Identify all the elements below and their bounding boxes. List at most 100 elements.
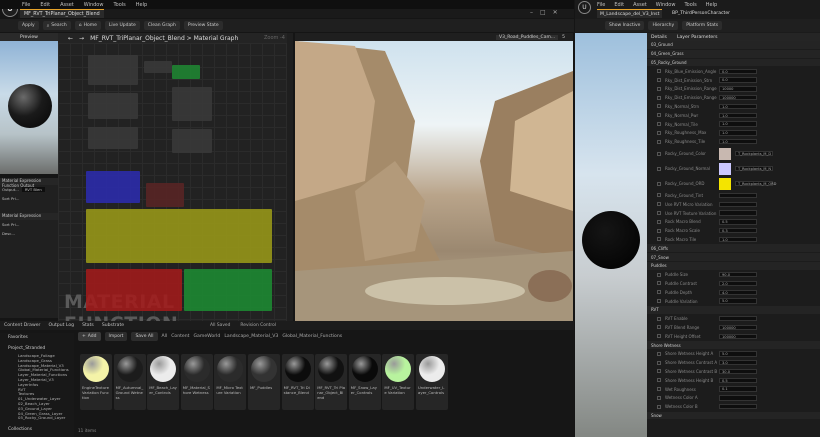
param-checkbox[interactable] bbox=[657, 193, 661, 198]
maximize-icon[interactable]: □ bbox=[540, 9, 546, 16]
param-value-field[interactable] bbox=[719, 395, 757, 401]
param-value-field[interactable]: 1.0 bbox=[719, 112, 757, 119]
import-button[interactable]: Import bbox=[104, 331, 128, 341]
clean-graph-button[interactable]: Clean Graph bbox=[143, 21, 180, 30]
category-header[interactable]: 05_Rocky_Ground bbox=[647, 58, 820, 67]
graph-comment-box[interactable] bbox=[144, 61, 172, 73]
parameter-row[interactable]: Rock Macro Blend 0.5 bbox=[647, 218, 820, 226]
param-checkbox[interactable] bbox=[657, 237, 661, 242]
apply-button[interactable]: Apply bbox=[18, 21, 39, 30]
bottom-tab[interactable]: Output Log bbox=[48, 323, 74, 328]
parameter-row[interactable]: RVT Height Offset 100000 bbox=[647, 332, 820, 340]
parameter-row[interactable]: Rock Macro Scale 0.3 bbox=[647, 227, 820, 235]
param-value-field[interactable]: 100000 bbox=[719, 94, 757, 101]
parameter-row[interactable]: Rky_Dist_Emission_Range 10000 bbox=[647, 85, 820, 93]
right-menu-item-help[interactable]: Help bbox=[706, 2, 717, 8]
folder-item[interactable]: 05_Rocky_Ground_Layer bbox=[18, 415, 74, 420]
material-graph[interactable]: MATERIAL FUNCTION bbox=[58, 43, 293, 335]
category-header[interactable]: Puddles bbox=[647, 262, 820, 270]
category-header[interactable]: RVT bbox=[647, 306, 820, 314]
param-checkbox[interactable] bbox=[657, 228, 661, 233]
param-checkbox[interactable] bbox=[657, 299, 661, 304]
param-checkbox[interactable] bbox=[657, 122, 661, 127]
category-header[interactable]: Shore Wetness bbox=[647, 341, 820, 349]
param-value-field[interactable]: 0.3 bbox=[719, 227, 757, 234]
parameter-row[interactable]: Rocky_Ground_Tint bbox=[647, 192, 820, 200]
layer-params-tab[interactable]: Layer Parameters bbox=[677, 35, 718, 40]
param-value-field[interactable]: 0.5 bbox=[719, 219, 757, 225]
parameter-row[interactable]: Puddle Depth 4.0 bbox=[647, 288, 820, 296]
asset-tile[interactable]: Underwater_Layer_Controls bbox=[416, 354, 448, 410]
param-checkbox[interactable] bbox=[657, 404, 661, 409]
parameter-row[interactable]: Shore Wetness Contrast B 30.0 bbox=[647, 368, 820, 376]
asset-tile[interactable]: MF_Micro Texture Variation bbox=[214, 354, 247, 410]
param-checkbox[interactable] bbox=[657, 378, 661, 383]
param-value-field[interactable]: 10000 bbox=[719, 86, 757, 92]
graph-comment-box[interactable] bbox=[88, 93, 138, 119]
parameter-row[interactable]: Shore Wetness Contrast A 3.0 bbox=[647, 359, 820, 367]
parameter-row[interactable]: Rock Macro Tile 1.0 bbox=[647, 236, 820, 244]
tab-material-instance[interactable]: M_Landscape_del_V3_Inst bbox=[597, 9, 663, 18]
right-menu-item-file[interactable]: File bbox=[597, 2, 605, 8]
parameter-row[interactable]: RVT Blend Range 100000 bbox=[647, 324, 820, 332]
param-checkbox[interactable] bbox=[657, 181, 661, 186]
viewport-speed[interactable]: 5 bbox=[562, 35, 565, 40]
param-value-field[interactable] bbox=[719, 192, 757, 199]
path-segment[interactable]: Global_Material_Functions bbox=[282, 334, 342, 339]
right-menu-item-tools[interactable]: Tools bbox=[684, 2, 696, 8]
graph-comment-box[interactable] bbox=[184, 269, 272, 311]
asset-tile[interactable]: MF_Beach_Layer_Controls bbox=[147, 354, 180, 410]
graph-comment-box[interactable] bbox=[86, 171, 140, 203]
param-value-field[interactable]: 2.0 bbox=[719, 280, 757, 287]
param-checkbox[interactable] bbox=[657, 334, 661, 339]
collections-header[interactable]: Collections bbox=[8, 427, 32, 432]
parameter-row[interactable]: Rocky_Ground_ORD T_Rockplants_M_ORD bbox=[647, 177, 820, 191]
path-segment[interactable]: Content bbox=[171, 334, 189, 339]
viewport-camera-dropdown[interactable]: V3_Road_Puddles_Cam... bbox=[496, 34, 559, 40]
hierarchy-button[interactable]: Hierarchy bbox=[648, 21, 679, 30]
back-icon[interactable]: ← bbox=[68, 35, 73, 42]
tab-third-person[interactable]: BP_ThirdPersonCharacter bbox=[669, 9, 733, 18]
parameter-row[interactable]: Wetness Color A bbox=[647, 394, 820, 402]
menu-item-edit[interactable]: Edit bbox=[40, 2, 50, 8]
parameter-row[interactable]: Rky_Blue_Emission_Angle 0.0 bbox=[647, 67, 820, 75]
param-checkbox[interactable] bbox=[657, 202, 661, 207]
texture-thumbnail[interactable] bbox=[719, 177, 731, 190]
search-button[interactable]: ⌕ Search bbox=[42, 21, 71, 30]
param-value-field[interactable]: 100000 bbox=[719, 333, 757, 340]
texture-dropdown[interactable]: T_Rockplants_M_D bbox=[735, 150, 773, 157]
show-inactive-button[interactable]: Show Inactive bbox=[605, 21, 645, 30]
menu-item-tools[interactable]: Tools bbox=[113, 2, 125, 8]
bottom-tab[interactable]: Substrate bbox=[102, 323, 124, 328]
param-value-field[interactable]: 1.0 bbox=[719, 121, 757, 127]
param-checkbox[interactable] bbox=[657, 95, 661, 100]
texture-thumbnail[interactable] bbox=[719, 162, 731, 175]
palette-strip[interactable] bbox=[287, 33, 293, 321]
parameter-row[interactable]: Wetness Color B bbox=[647, 403, 820, 411]
right-menu-item-window[interactable]: Window bbox=[656, 2, 676, 8]
save-all-button[interactable]: Save All bbox=[131, 331, 158, 341]
platform-stats-button[interactable]: Platform Stats bbox=[682, 21, 723, 30]
close-icon[interactable]: ✕ bbox=[553, 9, 558, 16]
details-tab[interactable]: Details bbox=[651, 35, 667, 40]
parameter-row[interactable]: Rocky_Ground_Color T_Rockplants_M_D bbox=[647, 147, 820, 161]
graph-comment-box[interactable] bbox=[172, 65, 200, 79]
asset-tile[interactable]: MF_RVT_Tri Distance_Blend bbox=[281, 354, 314, 410]
parameter-row[interactable]: Rky_Dist_Emission_Range 100000 bbox=[647, 94, 820, 102]
parameter-row[interactable]: Rocky_Ground_Normal T_Rockplants_M_N bbox=[647, 162, 820, 176]
param-value-field[interactable]: 0.1 bbox=[719, 386, 757, 392]
parameter-row[interactable]: Puddle Variation 5.0 bbox=[647, 297, 820, 305]
forward-icon[interactable]: → bbox=[79, 35, 84, 42]
param-value-field[interactable]: 0.0 bbox=[719, 77, 757, 83]
asset-tile[interactable]: MF_Autumnal_Ground Wetness bbox=[113, 354, 146, 410]
category-header[interactable]: 06_Cliffs bbox=[647, 244, 820, 253]
menu-item-window[interactable]: Window bbox=[84, 2, 104, 8]
param-checkbox[interactable] bbox=[657, 139, 661, 144]
graph-comment-box[interactable] bbox=[86, 209, 272, 263]
param-value-field[interactable] bbox=[719, 210, 757, 216]
param-checkbox[interactable] bbox=[657, 316, 661, 321]
graph-comment-box[interactable] bbox=[86, 269, 182, 311]
path-segment[interactable]: All bbox=[162, 334, 168, 339]
param-checkbox[interactable] bbox=[657, 325, 661, 330]
param-value-field[interactable]: 1.0 bbox=[719, 130, 757, 136]
